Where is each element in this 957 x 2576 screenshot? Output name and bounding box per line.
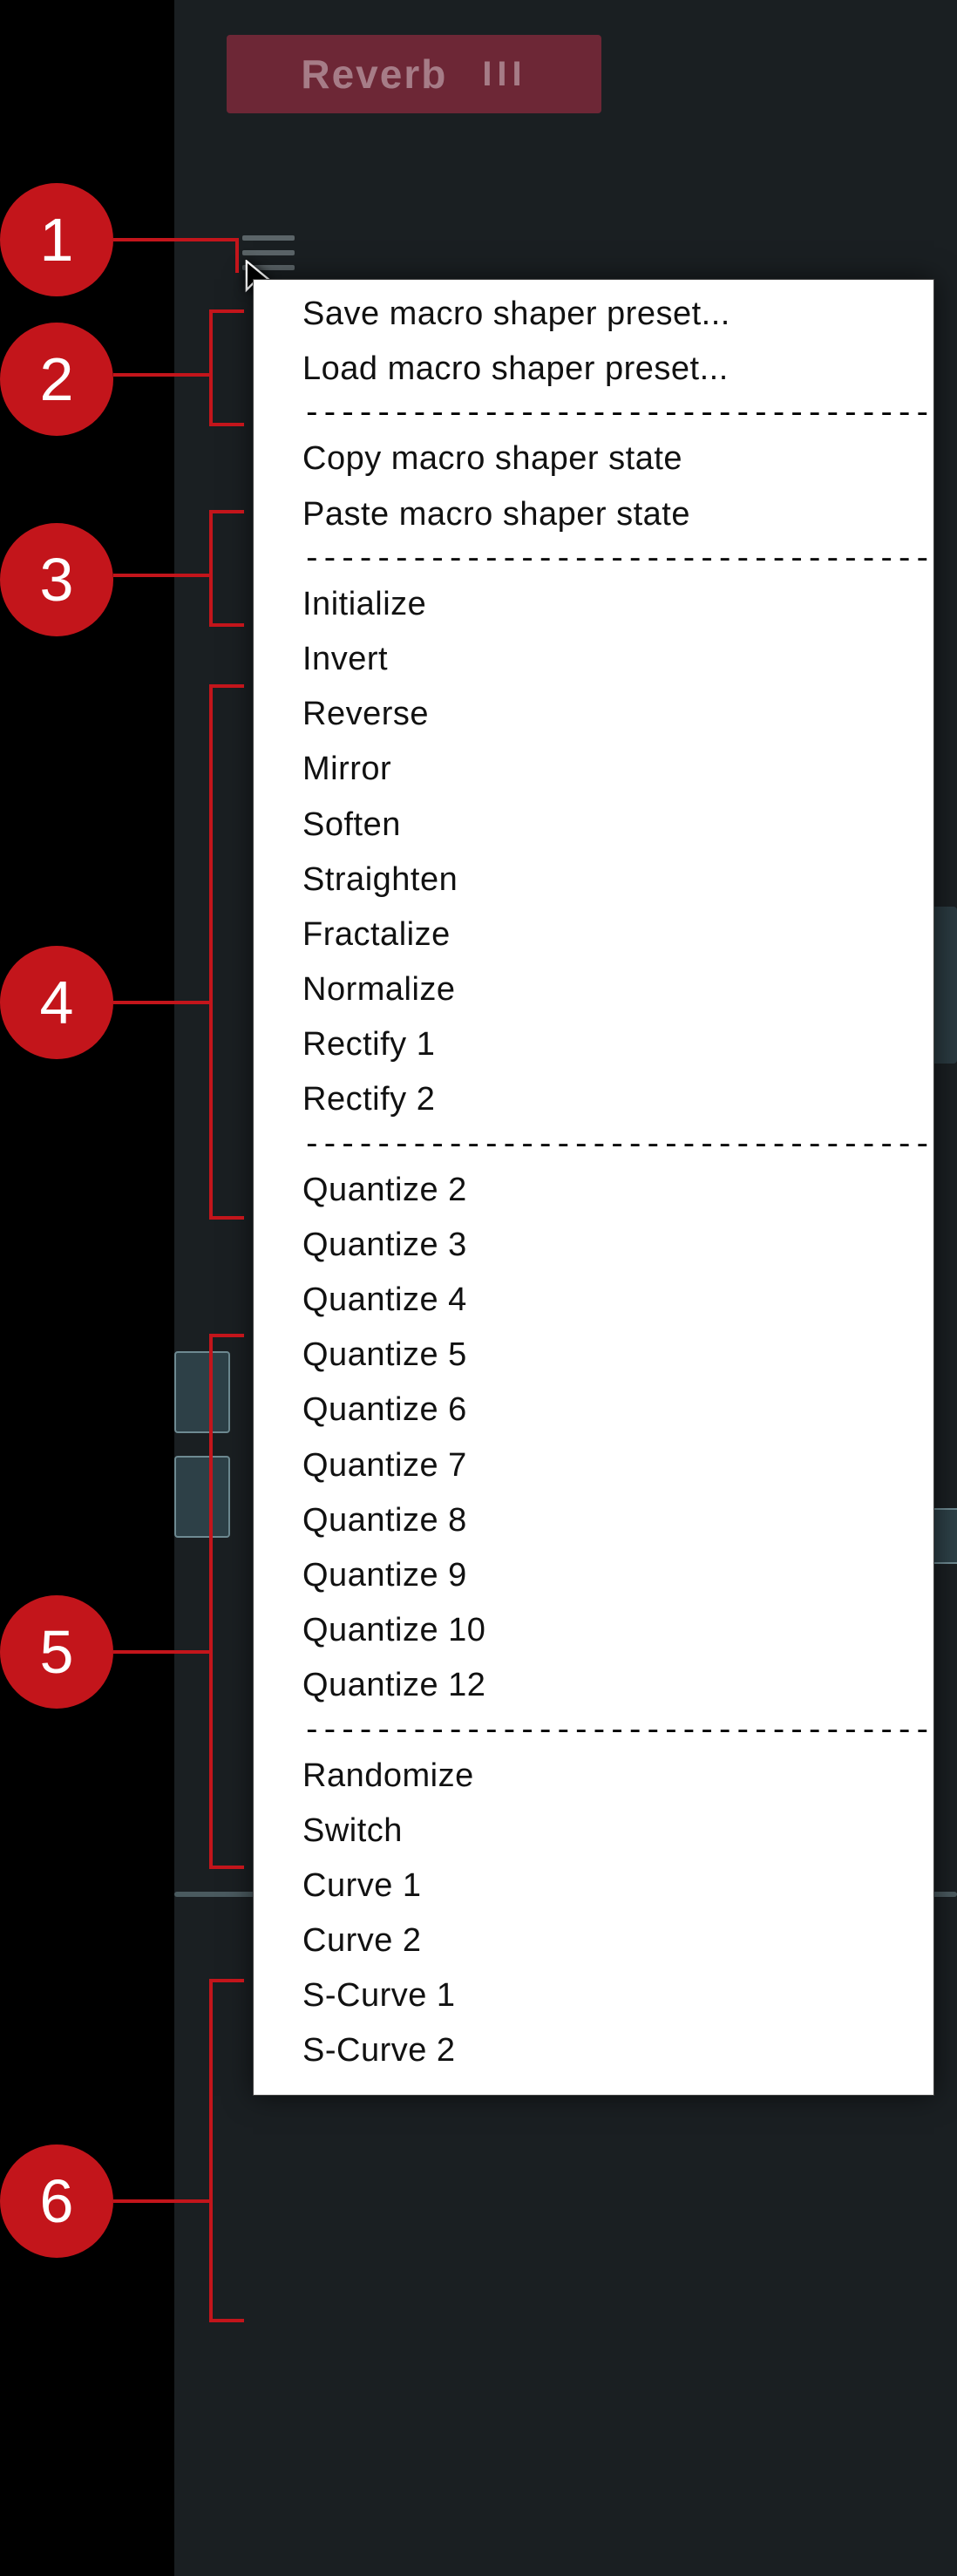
menu-item-quantize-3[interactable]: Quantize 3 [254,1218,933,1273]
callout-badge: 1 [0,183,113,296]
menu-item-quantize-7[interactable]: Quantize 7 [254,1438,933,1493]
menu-item-quantize-9[interactable]: Quantize 9 [254,1548,933,1603]
menu-item-copy-state[interactable]: Copy macro shaper state [254,432,933,486]
menu-item-reverse[interactable]: Reverse [254,687,933,742]
callout-number: 6 [40,2166,74,2236]
callout-badge: 6 [0,2144,113,2258]
callout-number: 1 [40,205,74,275]
callout-5: 5 [0,1595,279,1709]
menu-item-quantize-5[interactable]: Quantize 5 [254,1328,933,1383]
menu-item-paste-state[interactable]: Paste macro shaper state [254,487,933,542]
menu-item-curve-2[interactable]: Curve 2 [254,1913,933,1968]
menu-separator: -------------------------------------- [254,397,933,432]
callout-number: 5 [40,1617,74,1687]
menu-item-s-curve-2[interactable]: S-Curve 2 [254,2023,933,2078]
menu-item-normalize[interactable]: Normalize [254,962,933,1017]
menu-item-quantize-10[interactable]: Quantize 10 [254,1603,933,1658]
effect-tab-label: Reverb [301,51,447,98]
menu-item-initialize[interactable]: Initialize [254,577,933,632]
menu-item-mirror[interactable]: Mirror [254,742,933,797]
callout-badge: 4 [0,946,113,1059]
menu-item-load-preset[interactable]: Load macro shaper preset... [254,342,933,397]
menu-item-s-curve-1[interactable]: S-Curve 1 [254,1968,933,2023]
callout-number: 4 [40,968,74,1037]
menu-item-save-preset[interactable]: Save macro shaper preset... [254,287,933,342]
menu-separator: -------------------------------------- [254,542,933,577]
menu-item-curve-1[interactable]: Curve 1 [254,1859,933,1913]
effect-tab-grip-icon: III [482,55,526,94]
callout-badge: 2 [0,323,113,436]
menu-item-quantize-8[interactable]: Quantize 8 [254,1493,933,1548]
menu-item-quantize-2[interactable]: Quantize 2 [254,1163,933,1218]
menu-item-straighten[interactable]: Straighten [254,853,933,907]
menu-item-switch[interactable]: Switch [254,1804,933,1859]
callout-number: 2 [40,344,74,414]
menu-item-quantize-12[interactable]: Quantize 12 [254,1658,933,1713]
menu-item-quantize-4[interactable]: Quantize 4 [254,1273,933,1328]
menu-separator: -------------------------------------- [254,1128,933,1163]
background-ui-fragment [174,1456,230,1538]
macro-shaper-context-menu: Save macro shaper preset... Load macro s… [253,279,934,2096]
menu-item-rectify-1[interactable]: Rectify 1 [254,1017,933,1072]
callout-badge: 3 [0,523,113,636]
menu-separator: -------------------------------------- [254,1714,933,1749]
effect-tab-reverb[interactable]: Reverb III [227,35,601,113]
menu-item-invert[interactable]: Invert [254,632,933,687]
callout-badge: 5 [0,1595,113,1709]
background-ui-fragment [174,1351,230,1433]
callout-6: 6 [0,2144,279,2258]
menu-item-quantize-6[interactable]: Quantize 6 [254,1383,933,1438]
callout-2: 2 [0,318,279,440]
callout-3: 3 [0,519,279,641]
callout-number: 3 [40,545,74,615]
menu-item-fractalize[interactable]: Fractalize [254,907,933,962]
menu-item-randomize[interactable]: Randomize [254,1749,933,1804]
menu-item-rectify-2[interactable]: Rectify 2 [254,1072,933,1127]
callout-4: 4 [0,946,279,1059]
menu-item-soften[interactable]: Soften [254,798,933,853]
callout-1: 1 [0,183,279,296]
